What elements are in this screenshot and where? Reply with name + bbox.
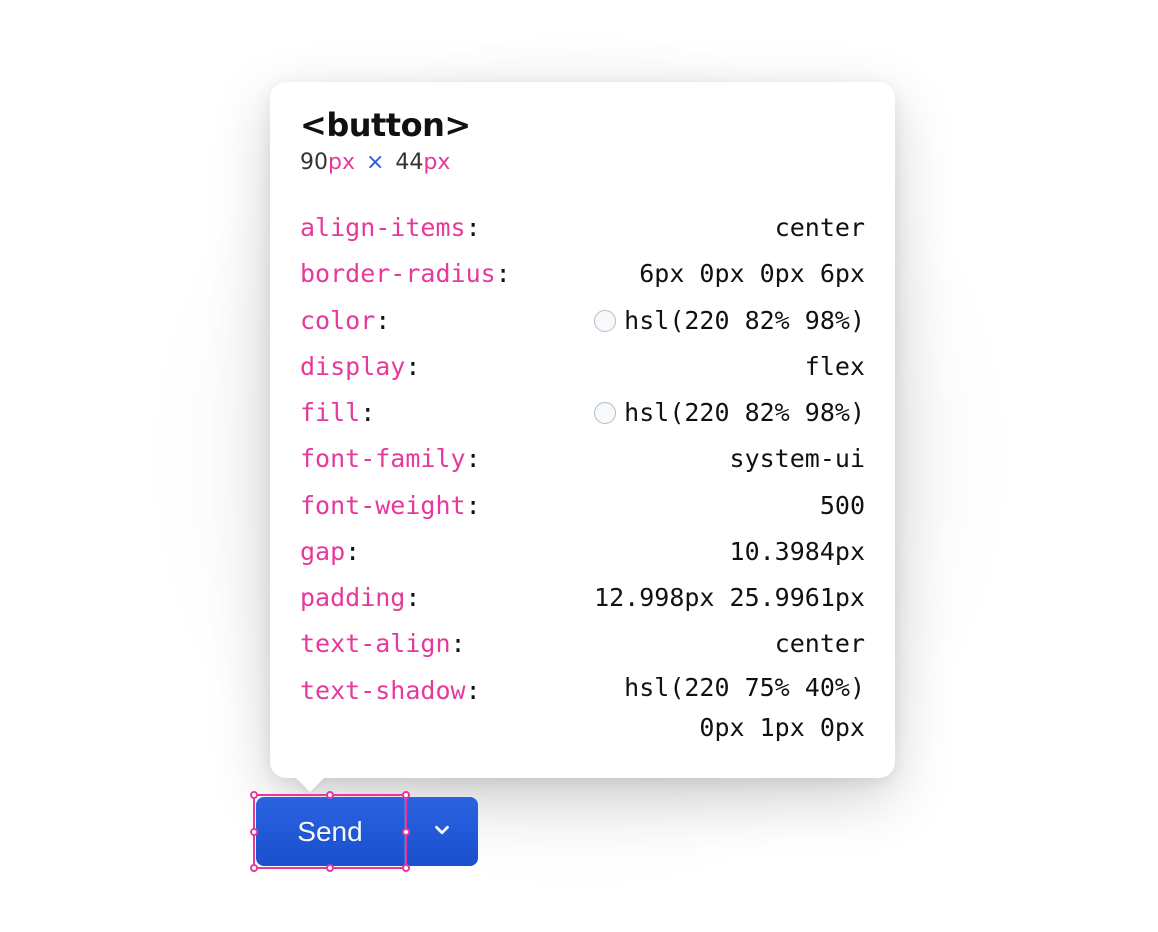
property-row: fill hsl(220 82% 98%) bbox=[300, 390, 865, 436]
color-swatch bbox=[594, 402, 616, 424]
property-name: text-shadow bbox=[300, 668, 481, 714]
property-value: system-ui bbox=[730, 436, 865, 482]
dim-separator: × bbox=[366, 150, 384, 175]
color-swatch bbox=[594, 310, 616, 332]
element-dimensions: 90px × 44px bbox=[300, 150, 865, 175]
property-row: padding 12.998px 25.9961px bbox=[300, 575, 865, 621]
property-name: border-radius bbox=[300, 251, 511, 297]
property-value: center bbox=[775, 205, 865, 251]
property-value: hsl(220 75% 40%)0px 1px 0px bbox=[624, 668, 865, 748]
property-name: text-align bbox=[300, 621, 466, 667]
property-name: color bbox=[300, 298, 390, 344]
property-row: gap 10.3984px bbox=[300, 529, 865, 575]
chevron-down-icon bbox=[431, 819, 453, 844]
property-value: 10.3984px bbox=[730, 529, 865, 575]
send-button-label: Send bbox=[297, 816, 362, 848]
property-row: text-align center bbox=[300, 621, 865, 667]
property-list: align-items center border-radius 6px 0px 0p… bbox=[300, 205, 865, 748]
send-button[interactable]: Send bbox=[256, 797, 404, 866]
inspector-tooltip: <button> 90px × 44px align-itemscenterbo… bbox=[270, 82, 895, 778]
dim-height: 44 bbox=[395, 150, 423, 175]
dim-width-unit: px bbox=[328, 150, 355, 175]
property-value: hsl(220 82% 98%) bbox=[594, 298, 865, 344]
property-value: 12.998px 25.9961px bbox=[594, 575, 865, 621]
property-name: fill bbox=[300, 390, 375, 436]
element-tag: <button> bbox=[300, 106, 865, 144]
property-row: text-shadow hsl(220 75% 40%)0px 1px 0px bbox=[300, 668, 865, 748]
property-value: flex bbox=[805, 344, 865, 390]
dim-height-unit: px bbox=[423, 150, 450, 175]
property-value: hsl(220 82% 98%) bbox=[594, 390, 865, 436]
property-value: 6px 0px 0px 6px bbox=[639, 251, 865, 297]
property-value: center bbox=[775, 621, 865, 667]
property-row: color hsl(220 82% 98%) bbox=[300, 298, 865, 344]
dim-width: 90 bbox=[300, 150, 328, 175]
property-name: align-items bbox=[300, 205, 481, 251]
property-name: font-weight bbox=[300, 483, 481, 529]
property-row: font-family system-ui bbox=[300, 436, 865, 482]
property-name: display bbox=[300, 344, 420, 390]
property-name: gap bbox=[300, 529, 360, 575]
send-button-group: Send bbox=[256, 797, 478, 866]
property-row: display flex bbox=[300, 344, 865, 390]
property-name: font-family bbox=[300, 436, 481, 482]
property-row: font-weight 500 bbox=[300, 483, 865, 529]
send-dropdown-button[interactable] bbox=[404, 797, 478, 866]
property-row: border-radius 6px 0px 0px 6px bbox=[300, 251, 865, 297]
property-name: padding bbox=[300, 575, 420, 621]
property-row: align-items center bbox=[300, 205, 865, 251]
property-value: 500 bbox=[820, 483, 865, 529]
